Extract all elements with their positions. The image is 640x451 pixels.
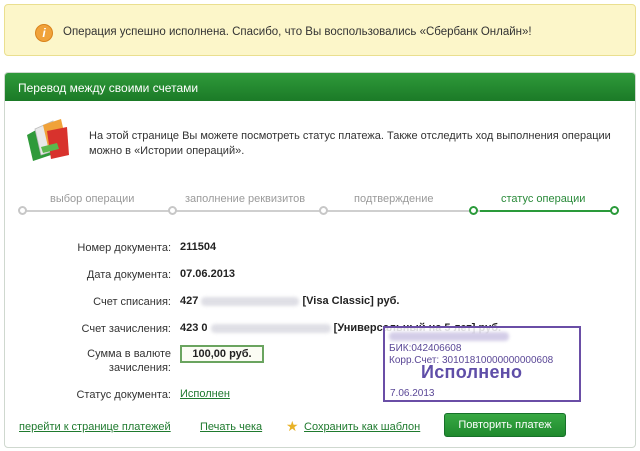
credit-account-masked (210, 323, 331, 333)
progress-steps: выбор операции заполнение реквизитов под… (18, 193, 619, 217)
documents-icon (27, 119, 69, 161)
step-dot-end (610, 206, 619, 215)
success-notice: i Операция успешно исполнена. Спасибо, ч… (4, 4, 636, 56)
credit-account-prefix: 423 0 (180, 322, 208, 334)
stamp-date: 7.06.2013 (390, 388, 435, 399)
amount-label: Сумма в валюте зачисления: (87, 348, 171, 374)
transfer-panel: Перевод между своими счетами На этой стр… (4, 72, 636, 448)
step-label-1: выбор операции (50, 193, 135, 205)
debit-account-value: 427 [Visa Classic] руб. (180, 295, 399, 307)
panel-title: Перевод между своими счетами (5, 73, 635, 101)
step-dot-4 (469, 206, 478, 215)
status-value-link[interactable]: Исполнен (180, 388, 230, 400)
debit-account-masked (201, 296, 300, 306)
debit-currency: руб. (376, 295, 400, 307)
doc-date-label: Дата документа: (86, 269, 171, 281)
success-message: Операция успешно исполнена. Спасибо, что… (63, 26, 532, 38)
stamp-blurred-line (389, 331, 579, 343)
doc-number-value: 211504 (180, 241, 217, 253)
step-label-2: заполнение реквизитов (185, 193, 306, 205)
stamp-bik: БИК:042406608 (389, 343, 462, 354)
credit-account-label: Счет зачисления: (81, 323, 171, 335)
repeat-payment-button[interactable]: Повторить платеж (444, 413, 566, 437)
intro-text: На этой странице Вы можете посмотреть ст… (89, 130, 611, 157)
status-label: Статус документа: (76, 389, 171, 401)
print-receipt-link[interactable]: Печать чека (200, 421, 262, 433)
doc-number-label: Номер документа: (77, 242, 171, 254)
step-label-4: статус операции (501, 193, 586, 205)
stamp-status: Исполнено (421, 362, 523, 382)
steps-line-inactive (20, 210, 480, 212)
doc-date-value: 07.06.2013 (180, 268, 236, 280)
payments-page-link[interactable]: перейти к странице платежей (19, 421, 171, 433)
star-icon: ★ (286, 418, 299, 434)
step-dot-1 (18, 206, 27, 215)
save-template-link[interactable]: Сохранить как шаблон (304, 421, 420, 433)
step-label-3: подтверждение (354, 193, 434, 205)
bank-stamp: БИК:042406608 Корр.Счет: 301018100000000… (383, 326, 581, 402)
info-icon: i (35, 24, 53, 42)
amount-value: 100,00 руб. (180, 345, 264, 363)
step-dot-3 (319, 206, 328, 215)
steps-line-active (480, 210, 616, 212)
debit-card-type: [Visa Classic] (302, 295, 374, 307)
step-dot-2 (168, 206, 177, 215)
debit-account-label: Счет списания: (93, 296, 171, 308)
debit-account-prefix: 427 (180, 295, 199, 307)
